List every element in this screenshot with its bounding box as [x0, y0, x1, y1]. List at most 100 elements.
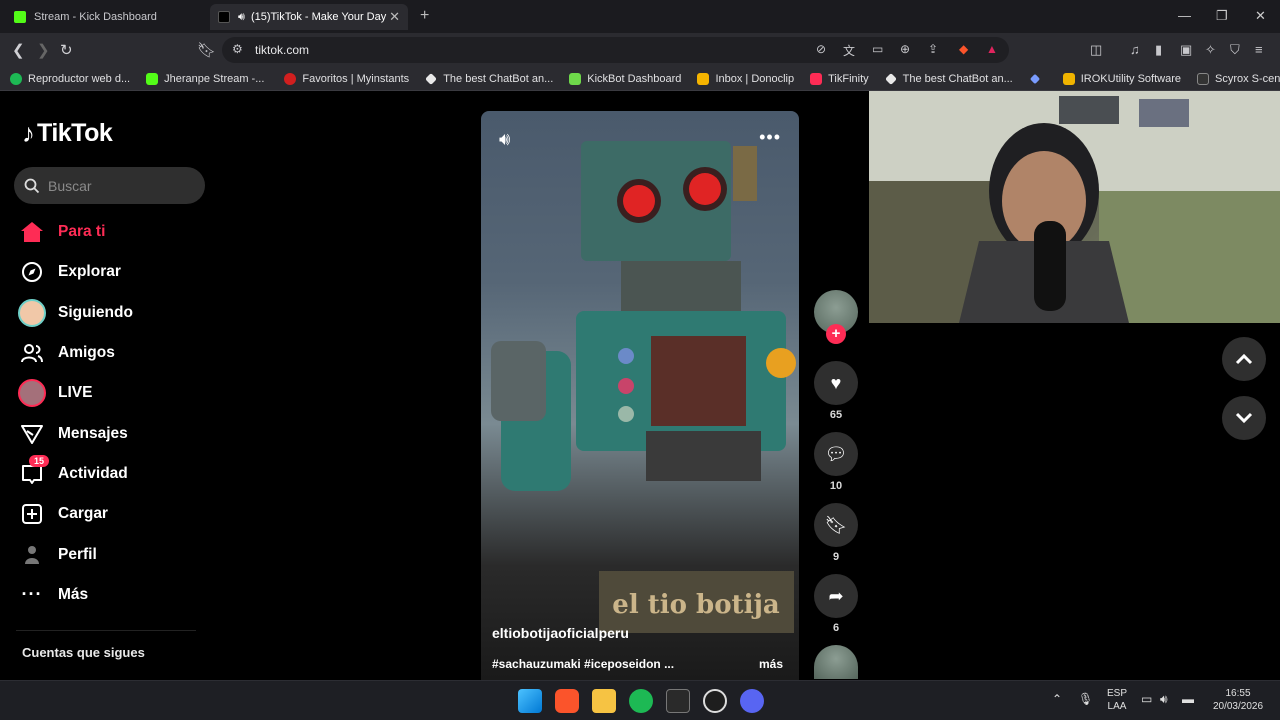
brave-rewards-icon[interactable]: ▲: [986, 42, 998, 56]
nav-label: Cargar: [58, 505, 108, 523]
media-icon[interactable]: ♫: [1130, 42, 1140, 57]
bookmark-item[interactable]: IROKUtility Software: [1062, 72, 1181, 85]
nav-cargar[interactable]: Cargar: [16, 494, 206, 534]
volume-tray-icon[interactable]: 🔊︎: [1160, 693, 1168, 706]
restore-button[interactable]: ❐: [1216, 8, 1228, 24]
nav-label: Explorar: [58, 263, 121, 281]
chatbot-icon: [884, 72, 897, 85]
vpn-shield-icon[interactable]: ⛉: [1230, 42, 1240, 58]
video-player[interactable]: el tio botija 🔊︎ ••• eltiobotijaoficialp…: [481, 111, 799, 680]
nav-label: Amigos: [58, 344, 115, 362]
nav-perfil[interactable]: Perfil: [16, 534, 206, 574]
nav-mas[interactable]: ··· Más: [16, 575, 206, 615]
nav-live[interactable]: LIVE: [16, 373, 206, 413]
save-count: 9: [832, 551, 840, 563]
language-indicator[interactable]: ESP LAA: [1104, 687, 1130, 713]
like-button[interactable]: ♥: [814, 361, 858, 405]
minimize-button[interactable]: —: [1178, 8, 1191, 23]
tiktok-logo[interactable]: ♪ TikTok: [22, 118, 113, 149]
nav-siguiendo[interactable]: Siguiendo: [16, 293, 206, 333]
menu-icon[interactable]: ≡: [1255, 42, 1263, 57]
bookmark-item[interactable]: Favoritos | Myinstants: [284, 72, 409, 85]
inbox-icon: 15: [16, 454, 50, 487]
tray-overflow-icon[interactable]: ⌃: [1052, 693, 1062, 706]
nav-actividad[interactable]: 15 Actividad: [16, 454, 206, 494]
brave-shields-icon[interactable]: ◆: [959, 42, 968, 56]
bookmark-item[interactable]: KickBot Dashboard: [569, 72, 681, 85]
bookmarks-bar: Reproductor web d... Jheranpe Stream -..…: [0, 67, 1280, 91]
share-button[interactable]: ➦: [814, 574, 858, 618]
tab-kick-dashboard[interactable]: Stream - Kick Dashboard: [6, 4, 206, 30]
save-button[interactable]: 🔖︎: [814, 503, 858, 547]
spotify-app-icon[interactable]: [629, 689, 653, 713]
tab-tiktok[interactable]: 🔊︎ (15)TikTok - Make Your Day ✕: [210, 4, 408, 30]
audio-app-icon[interactable]: [666, 689, 690, 713]
nav-explorar[interactable]: Explorar: [16, 252, 206, 292]
windows-start-icon[interactable]: [518, 689, 542, 713]
obs-icon[interactable]: [703, 689, 727, 713]
cast-off-icon[interactable]: ⊘: [816, 42, 826, 56]
network-icon[interactable]: ▭: [1141, 693, 1152, 706]
video-username[interactable]: eltiobotijaoficialperu: [492, 625, 629, 641]
bookmark-page-icon[interactable]: 🔖︎: [197, 41, 216, 59]
sidebar-icon[interactable]: ▮: [1155, 42, 1162, 58]
window-close-button[interactable]: ✕: [1255, 8, 1266, 24]
iroku-icon: [1062, 72, 1075, 85]
site-settings-icon[interactable]: ⚙︎: [232, 42, 243, 56]
clock[interactable]: 16:55 20/03/2026: [1210, 687, 1266, 713]
kickbot-icon: [569, 72, 582, 85]
creator-avatar[interactable]: +: [814, 290, 858, 344]
nav-para-ti[interactable]: Para ti: [16, 212, 206, 252]
tiktok-icon: [218, 11, 230, 23]
file-explorer-icon[interactable]: [592, 689, 616, 713]
volume-icon[interactable]: 🔊︎: [499, 129, 510, 150]
forward-button[interactable]: ❯: [37, 41, 50, 59]
bookmark-item[interactable]: Jheranpe Stream -...: [146, 72, 264, 85]
nav-label: LIVE: [58, 384, 93, 402]
video-options-icon[interactable]: •••: [759, 127, 781, 148]
address-bar[interactable]: ⚙︎ tiktok.com ⊘ 文 ▭ ⊕ ⇪ ◆ ▲: [222, 37, 1009, 63]
music-disc-avatar[interactable]: [814, 645, 858, 679]
install-app-icon[interactable]: ▭: [872, 42, 883, 56]
bookmark-item[interactable]: The best ChatBot an...: [425, 73, 553, 85]
back-button[interactable]: ❮: [12, 41, 25, 59]
previous-video-button[interactable]: [1222, 337, 1266, 381]
translate-icon[interactable]: 文: [843, 42, 855, 59]
caption-more-link[interactable]: más: [759, 657, 783, 671]
bookmark-item[interactable]: The best ChatBot an...: [884, 72, 1013, 85]
browser-toolbar: ❮ ❯ ↻ 🔖︎ ⚙︎ tiktok.com ⊘ 文 ▭ ⊕ ⇪ ◆ ▲ ◫ ♫…: [0, 33, 1280, 67]
kick-icon: [14, 11, 26, 23]
speaker-icon[interactable]: 🔊︎: [238, 11, 245, 24]
bookmark-item[interactable]: [1029, 73, 1047, 85]
bookmark-item[interactable]: Reproductor web d...: [10, 72, 130, 85]
nav-mensajes[interactable]: Mensajes: [16, 413, 206, 453]
bookmark-item[interactable]: Scyrox S-center: [1197, 72, 1280, 85]
new-tab-button[interactable]: +: [420, 7, 429, 25]
video-overlay-text: el tio botija: [612, 590, 780, 620]
search-box[interactable]: [14, 167, 205, 204]
microphone-icon[interactable]: 🎙︎: [1078, 693, 1093, 706]
share-icon[interactable]: ⇪: [928, 42, 938, 56]
nav-amigos[interactable]: Amigos: [16, 333, 206, 373]
video-caption[interactable]: #sachauzumaki #iceposeidon ...: [492, 657, 674, 671]
reload-button[interactable]: ↻: [60, 41, 73, 59]
screenshot-icon[interactable]: ◫: [1090, 42, 1102, 58]
follow-plus-icon[interactable]: +: [826, 324, 846, 344]
battery-icon[interactable]: ▬: [1182, 693, 1194, 706]
following-accounts-title: Cuentas que sigues: [22, 645, 145, 660]
comment-count: 10: [829, 480, 843, 492]
wallet-icon[interactable]: ▣: [1180, 42, 1192, 58]
following-avatar-icon: [16, 298, 48, 327]
bookmark-icon: 🔖︎: [824, 514, 848, 535]
zoom-icon[interactable]: ⊕: [900, 42, 910, 56]
brave-browser-icon[interactable]: [555, 689, 579, 713]
leo-ai-icon[interactable]: ✧: [1205, 42, 1216, 58]
search-input[interactable]: [48, 177, 198, 194]
live-avatar-icon: [16, 379, 48, 408]
comment-button[interactable]: 💬︎: [814, 432, 858, 476]
next-video-button[interactable]: [1222, 396, 1266, 440]
discord-icon[interactable]: [740, 689, 764, 713]
bookmark-item[interactable]: Inbox | Donoclip: [697, 72, 794, 85]
bookmark-item[interactable]: TikFinity: [810, 72, 869, 85]
close-tab-icon[interactable]: ✕: [389, 9, 400, 25]
